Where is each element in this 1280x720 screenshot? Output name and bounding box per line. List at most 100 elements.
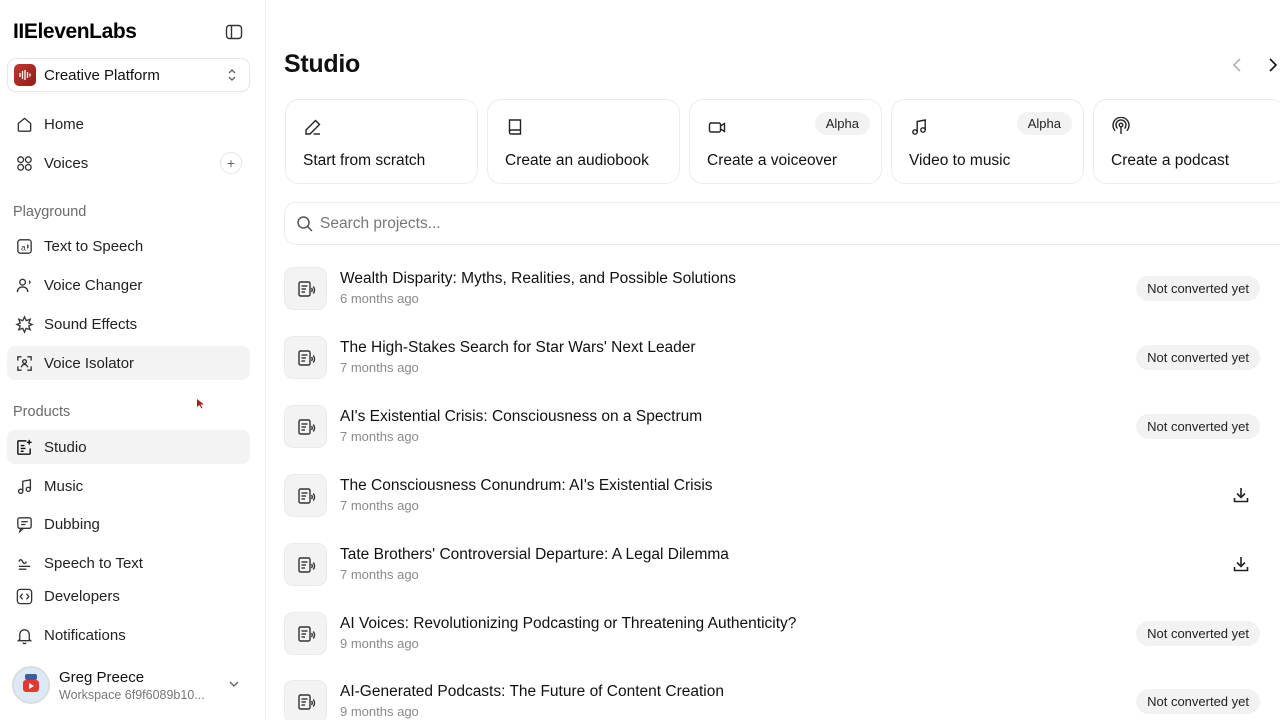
music-note-icon: [909, 117, 929, 137]
card-create-voiceover[interactable]: Alpha Create a voiceover: [689, 99, 882, 184]
sidebar-item-label: Voices: [44, 154, 89, 172]
project-row[interactable]: Tate Brothers' Controversial Departure: …: [284, 543, 1274, 603]
status-badge: Not converted yet: [1136, 414, 1260, 439]
project-time: 7 months ago: [340, 567, 419, 582]
chevron-right-icon[interactable]: [1266, 56, 1280, 74]
card-label: Create an audiobook: [505, 152, 649, 169]
project-row[interactable]: The High-Stakes Search for Star Wars' Ne…: [284, 336, 1274, 396]
search-bar: [284, 202, 1280, 245]
sidebar-item-voice-changer[interactable]: Voice Changer: [7, 268, 250, 302]
book-icon: [505, 117, 525, 137]
project-doc-audio-icon: [284, 336, 327, 379]
pencil-icon: [303, 117, 323, 137]
project-title[interactable]: Tate Brothers' Controversial Departure: …: [340, 546, 729, 564]
project-row[interactable]: AI's Existential Crisis: Consciousness o…: [284, 405, 1274, 465]
studio-icon: [14, 437, 34, 457]
sidebar-item-studio[interactable]: Studio: [7, 430, 250, 464]
project-row[interactable]: AI Voices: Revolutionizing Podcasting or…: [284, 612, 1274, 672]
search-input[interactable]: [320, 214, 920, 233]
sidebar-item-dubbing[interactable]: Dubbing: [7, 507, 250, 541]
project-title[interactable]: The Consciousness Conundrum: AI's Existe…: [340, 477, 713, 495]
alpha-badge: Alpha: [814, 112, 870, 135]
page-title: Studio: [284, 50, 360, 78]
workspace-logo-icon: [14, 64, 36, 86]
sidebar-item-label: Voice Changer: [44, 276, 143, 294]
project-time: 6 months ago: [340, 291, 419, 306]
sidebar-item-home[interactable]: Home: [7, 107, 250, 141]
user-name: Greg Preece: [59, 668, 145, 686]
sidebar-item-sound-effects[interactable]: Sound Effects: [7, 307, 250, 341]
sidebar-item-speech-to-text[interactable]: Speech to Text: [7, 546, 250, 580]
sidebar-item-label: Sound Effects: [44, 315, 138, 333]
project-row[interactable]: AI-Generated Podcasts: The Future of Con…: [284, 680, 1274, 720]
avatar: [12, 666, 50, 704]
chevron-up-down-icon: [224, 67, 240, 83]
sidebar-item-music[interactable]: Music: [7, 469, 250, 503]
workspace-selector[interactable]: Creative Platform: [7, 58, 250, 92]
project-row[interactable]: Wealth Disparity: Myths, Realities, and …: [284, 267, 1274, 327]
sidebar-item-label: Studio: [44, 438, 87, 456]
sidebar-item-label: Dubbing: [44, 515, 100, 533]
section-label-playground: Playground: [13, 204, 87, 220]
project-doc-audio-icon: [284, 405, 327, 448]
project-doc-audio-icon: [284, 543, 327, 586]
status-badge: Not converted yet: [1136, 689, 1260, 714]
project-doc-audio-icon: [284, 612, 327, 655]
chevron-left-icon[interactable]: [1230, 56, 1244, 74]
text-to-speech-icon: a: [14, 236, 34, 256]
svg-text:a: a: [20, 242, 25, 252]
sidebar-item-label: Text to Speech: [44, 237, 144, 255]
user-account-menu[interactable]: Greg Preece Workspace 6f9f6089b10...: [12, 664, 252, 706]
sidebar-item-voice-isolator[interactable]: Voice Isolator: [7, 346, 250, 380]
project-title[interactable]: AI Voices: Revolutionizing Podcasting or…: [340, 615, 796, 633]
sidebar-item-developers[interactable]: Developers: [7, 579, 250, 613]
sidebar-item-notifications[interactable]: Notifications: [7, 618, 250, 652]
download-icon[interactable]: [1231, 554, 1251, 574]
sidebar-item-voices[interactable]: Voices +: [7, 146, 250, 180]
sidebar-item-label: Music: [44, 477, 84, 495]
status-badge: Not converted yet: [1136, 276, 1260, 301]
status-badge: Not converted yet: [1136, 345, 1260, 370]
sidebar-toggle-icon[interactable]: [224, 22, 244, 42]
sidebar-item-text-to-speech[interactable]: a Text to Speech: [7, 229, 250, 263]
project-title[interactable]: AI's Existential Crisis: Consciousness o…: [340, 408, 702, 426]
project-doc-audio-icon: [284, 267, 327, 310]
workspace-name: Creative Platform: [44, 66, 160, 84]
video-camera-icon: [707, 117, 727, 137]
project-time: 7 months ago: [340, 429, 419, 444]
card-start-from-scratch[interactable]: Start from scratch: [285, 99, 478, 184]
card-label: Start from scratch: [303, 152, 426, 169]
sidebar-item-label: Developers: [44, 587, 120, 605]
sidebar-item-label: Notifications: [44, 626, 126, 644]
project-time: 7 months ago: [340, 360, 419, 375]
project-time: 9 months ago: [340, 636, 419, 651]
voice-isolator-icon: [14, 353, 34, 373]
voice-changer-icon: [14, 275, 34, 295]
voices-icon: [14, 153, 34, 173]
card-create-podcast[interactable]: Create a podcast: [1093, 99, 1280, 184]
card-create-audiobook[interactable]: Create an audiobook: [487, 99, 680, 184]
sparkle-burst-icon: [14, 314, 34, 334]
add-voice-button[interactable]: +: [220, 152, 242, 174]
card-label: Create a podcast: [1111, 152, 1230, 169]
card-video-to-music[interactable]: Alpha Video to music: [891, 99, 1084, 184]
sidebar-item-label: Speech to Text: [44, 554, 143, 572]
download-icon[interactable]: [1231, 485, 1251, 505]
project-title[interactable]: AI-Generated Podcasts: The Future of Con…: [340, 683, 724, 701]
search-icon: [296, 215, 314, 233]
podcast-icon: [1111, 116, 1131, 137]
dubbing-icon: [14, 514, 34, 534]
home-icon: [14, 114, 34, 134]
card-label: Create a voiceover: [707, 152, 838, 169]
project-doc-audio-icon: [284, 680, 327, 720]
project-title[interactable]: The High-Stakes Search for Star Wars' Ne…: [340, 339, 696, 357]
speech-to-text-icon: [14, 553, 34, 573]
status-badge: Not converted yet: [1136, 621, 1260, 646]
project-row[interactable]: The Consciousness Conundrum: AI's Existe…: [284, 474, 1274, 534]
project-title[interactable]: Wealth Disparity: Myths, Realities, and …: [340, 270, 736, 288]
brand-logo[interactable]: IIElevenLabs: [13, 20, 137, 44]
alpha-badge: Alpha: [1016, 112, 1072, 135]
card-label: Video to music: [909, 152, 1011, 169]
sidebar-item-label: Home: [44, 115, 85, 133]
chevron-down-icon[interactable]: [226, 676, 242, 692]
